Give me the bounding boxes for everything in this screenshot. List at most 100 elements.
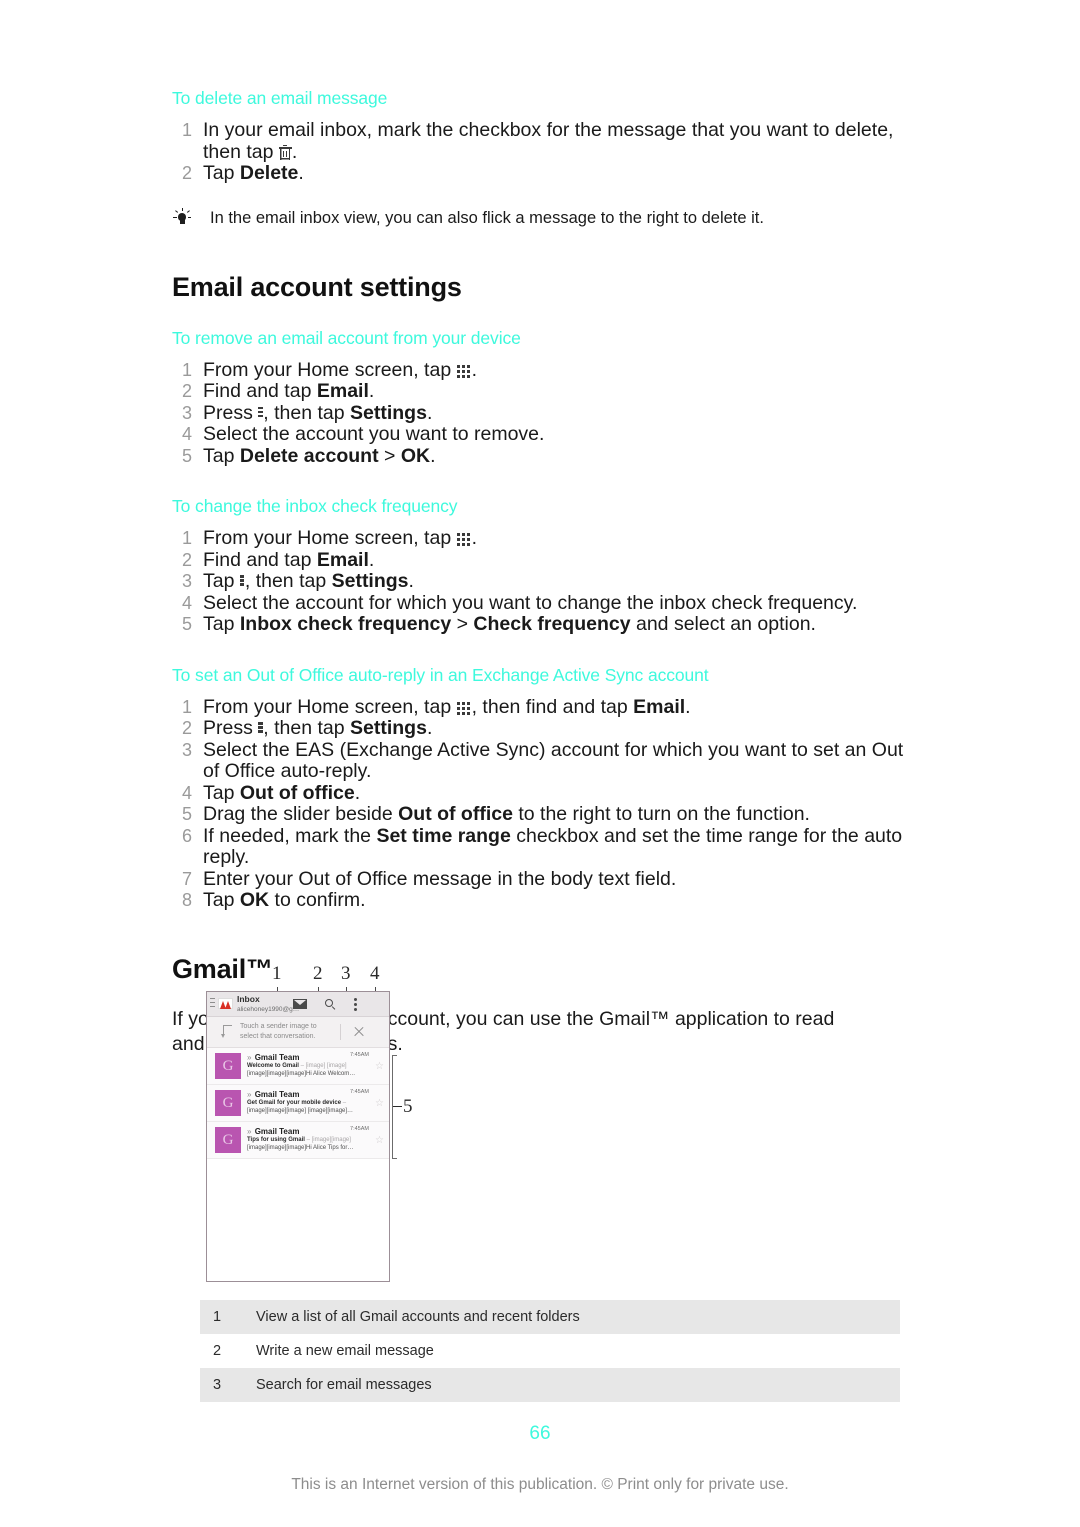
step-text: Tap <box>203 889 240 911</box>
message-snippet-line-1: Tips for using Gmail – [image][image] <box>247 1137 367 1145</box>
kebab-menu-icon <box>258 406 263 421</box>
avatar[interactable]: G <box>215 1053 241 1079</box>
drawer-handle-icon[interactable] <box>210 998 215 1010</box>
app-drawer-icon <box>456 364 472 378</box>
star-icon[interactable]: ☆ <box>375 1099 384 1109</box>
ui-term: OK <box>239 889 270 911</box>
step-item: Select the account for which you want to… <box>172 591 912 615</box>
list-item[interactable]: G 7:45AM » Gmail Team Tips for using Gma… <box>207 1122 389 1159</box>
kebab-menu-icon <box>258 722 263 736</box>
ui-term: Settings <box>350 401 427 424</box>
step-item: Press , then tap Settings. <box>172 717 912 740</box>
gmail-logo-icon <box>218 998 233 1009</box>
step-item: Tap , then tap Settings. <box>172 570 912 593</box>
step-text: From your Home screen, tap <box>203 527 457 549</box>
star-icon[interactable]: ☆ <box>375 1062 384 1072</box>
document-page: To delete an email message In your email… <box>0 0 1080 1527</box>
step-text-tail: to confirm. <box>269 889 366 911</box>
compose-icon[interactable]: + <box>293 999 307 1011</box>
callout-number-5: 5 <box>403 1096 413 1117</box>
step-text-tail: . <box>471 527 478 549</box>
app-drawer-icon <box>456 701 472 715</box>
ui-term: Settings <box>331 570 409 592</box>
step-text-tail: . <box>408 570 414 592</box>
trash-icon <box>278 144 292 160</box>
step-text: Tap <box>203 162 240 184</box>
step-text-tail: . <box>368 380 375 402</box>
bracket-leader <box>393 1106 402 1108</box>
step-text: Find and tap <box>203 548 317 571</box>
snippet-part-1: – [image] [image] <box>298 1063 347 1069</box>
ui-term: Delete <box>239 162 299 184</box>
step-item: If needed, mark the Set time range check… <box>172 824 912 869</box>
table-row: 1 View a list of all Gmail accounts and … <box>200 1300 900 1334</box>
step-text: Enter your Out of Office message in the … <box>203 867 677 890</box>
step-text-tail: and select an option. <box>630 613 816 635</box>
step-text: Select the account for which you want to… <box>203 591 858 614</box>
message-snippet-line-2: [image][image][image] [image][image]… <box>247 1107 354 1114</box>
legend-text: Write a new email message <box>256 1343 434 1359</box>
callout-bracket-5: 5 <box>392 1055 418 1159</box>
step-item: Select the account you want to remove. <box>172 423 912 446</box>
ui-term: Settings <box>350 717 427 739</box>
conversation-list: G 7:45AM » Gmail Team Welcome to Gmail –… <box>207 1048 389 1159</box>
gmail-app-bar: Inbox alicehoney1990@g… + <box>207 992 389 1017</box>
step-text-tail: . <box>685 695 691 718</box>
gmail-screenshot-figure: 1 2 3 4 Inbox alicehoney1990@g… + Touch … <box>200 963 420 1293</box>
callout-number-row: 1 2 3 4 <box>200 963 420 985</box>
ui-term: Out of office <box>239 781 355 804</box>
bracket-cap-top <box>392 1055 397 1057</box>
step-item: Tap Delete. <box>172 162 912 185</box>
ui-term: Out of office <box>398 803 513 825</box>
search-icon[interactable] <box>325 999 336 1011</box>
message-snippet-line-1: Get Gmail for your mobile device – <box>247 1100 367 1108</box>
heading-out-of-office: To set an Out of Office auto-reply in an… <box>172 664 709 685</box>
table-row: 2 Write a new email message <box>200 1334 900 1368</box>
step-item: Tap Inbox check frequency > Check freque… <box>172 613 912 636</box>
kebab-menu-icon[interactable] <box>354 998 358 1011</box>
heading-inbox-frequency: To change the inbox check frequency <box>172 496 458 516</box>
steps-inbox-frequency: From your Home screen, tap . Find and ta… <box>172 527 912 636</box>
avatar[interactable]: G <box>215 1090 241 1116</box>
step-text-mid: , then tap <box>244 570 332 592</box>
avatar[interactable]: G <box>215 1127 241 1153</box>
close-icon[interactable] <box>353 1026 365 1038</box>
step-item: From your Home screen, tap , then find a… <box>172 695 912 719</box>
step-text: Tap <box>203 613 240 635</box>
legend-number: 3 <box>213 1377 222 1393</box>
star-icon[interactable]: ☆ <box>375 1136 384 1146</box>
list-item[interactable]: G 7:45AM » Gmail Team Welcome to Gmail –… <box>207 1048 389 1085</box>
account-email-label: alicehoney1990@g… <box>237 1006 300 1013</box>
sender-name: Gmail Team <box>254 1053 300 1062</box>
message-body: » Gmail Team Welcome to Gmail – [image] … <box>247 1052 367 1078</box>
step-text-tail: . <box>426 717 433 739</box>
step-item: From your Home screen, tap . <box>172 527 912 550</box>
ui-term: OK <box>400 444 431 467</box>
step-text-tail: . <box>426 401 433 424</box>
ui-term: Email <box>316 548 369 571</box>
step-text-tail: . <box>368 548 375 571</box>
bracket-cap-bottom <box>392 1157 397 1159</box>
callout-number-4: 4 <box>370 963 380 984</box>
list-item[interactable]: G 7:45AM » Gmail Team Get Gmail for your… <box>207 1085 389 1122</box>
step-text: Press <box>203 401 259 424</box>
hint-line-2: select that conversation. <box>240 1032 316 1040</box>
step-text: If needed, mark the <box>203 824 377 847</box>
message-subject: Get Gmail for your mobile device <box>247 1100 342 1106</box>
step-text-mid: , then tap <box>263 401 350 424</box>
app-bar-labels: Inbox alicehoney1990@g… <box>237 994 299 1014</box>
step-item: Select the EAS (Exchange Active Sync) ac… <box>172 739 912 783</box>
step-text-tail: . <box>291 140 298 163</box>
message-body: » Gmail Team Tips for using Gmail – [ima… <box>247 1126 367 1152</box>
ui-term: Email <box>633 695 686 718</box>
step-text: Drag the slider beside <box>203 803 399 825</box>
heading-delete-email: To delete an email message <box>172 88 388 108</box>
step-item: Press , then tap Settings. <box>172 401 912 425</box>
message-sender: » Gmail Team <box>247 1052 367 1063</box>
message-snippet-line-2: [image][image][image]Hi Alice Tips for… <box>247 1144 354 1151</box>
sender-image-hint-bar: Touch a sender image to select that conv… <box>207 1017 389 1048</box>
step-item: Tap OK to confirm. <box>172 889 912 912</box>
unread-chevron-icon: » <box>247 1090 252 1099</box>
legend-number: 2 <box>213 1343 222 1359</box>
callout-number-3: 3 <box>341 963 351 984</box>
